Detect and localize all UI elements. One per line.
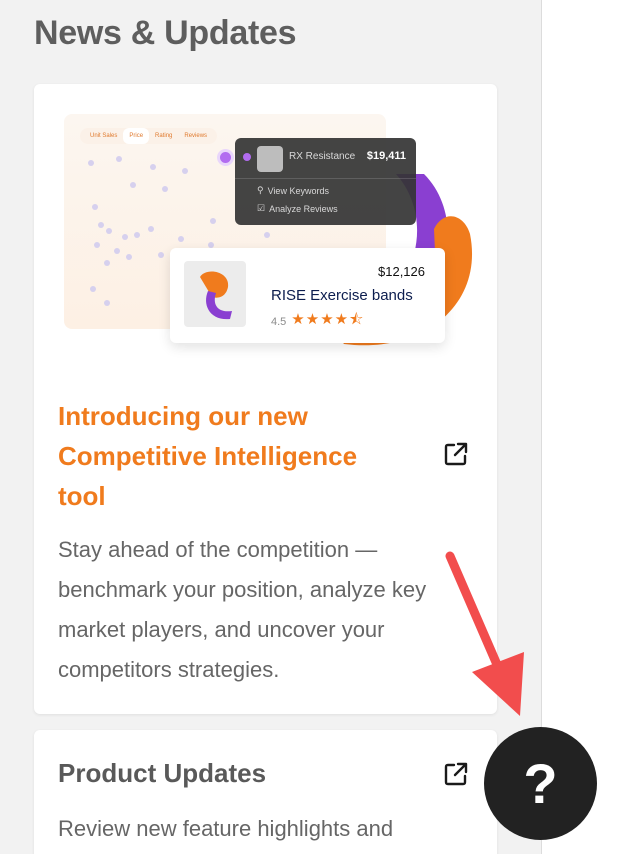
- view-keywords-label: View Keywords: [267, 185, 329, 196]
- product-rating: 4.5 ★★★★⯪: [271, 309, 364, 334]
- annotation-arrow-icon: [445, 551, 524, 716]
- analyze-reviews-label: Analyze Reviews: [269, 203, 338, 214]
- star-rating-icon: ★★★★⯪: [291, 311, 365, 328]
- scatter-dot: [178, 236, 184, 242]
- tooltip-divider: [235, 178, 416, 179]
- hero-tab-unit-sales: Unit Sales: [90, 133, 118, 139]
- external-link-icon[interactable]: [442, 760, 470, 788]
- shield-check-icon: ☑: [257, 203, 266, 213]
- hero-tab-price: Price: [123, 128, 150, 144]
- product-price: $12,126: [378, 264, 425, 279]
- scatter-dot: [104, 300, 110, 306]
- view-keywords-link: ⚲ View Keywords: [257, 185, 329, 196]
- scatter-dot: [148, 226, 154, 232]
- scatter-dot: [122, 234, 128, 240]
- news-card-product-updates[interactable]: Product Updates Review new feature highl…: [34, 730, 497, 854]
- scatter-dot: [162, 186, 168, 192]
- scatter-dot: [98, 222, 104, 228]
- product-card: $12,126 RISE Exercise bands 4.5 ★★★★⯪: [170, 248, 445, 343]
- product-tooltip: RX Resistance $19,411 ⚲ View Keywords ☑ …: [235, 138, 416, 225]
- scatter-dot: [92, 204, 98, 210]
- scatter-dot: [210, 218, 216, 224]
- scatter-dot: [116, 156, 122, 162]
- analyze-reviews-link: ☑ Analyze Reviews: [257, 203, 338, 214]
- card-title[interactable]: Product Updates: [58, 758, 266, 789]
- scatter-dot: [90, 286, 96, 292]
- scatter-dot: [134, 232, 140, 238]
- hero-illustration: Unit Sales Price Rating Reviews RX Resis…: [64, 114, 476, 364]
- external-link-icon[interactable]: [442, 440, 470, 468]
- exercise-band-image: [200, 271, 232, 320]
- scatter-dot: [264, 232, 270, 238]
- page-title: News & Updates: [34, 14, 297, 52]
- news-card-competitive-intelligence[interactable]: Unit Sales Price Rating Reviews RX Resis…: [34, 84, 497, 714]
- scatter-dot: [126, 254, 132, 260]
- scatter-dot: [150, 164, 156, 170]
- card-description: Review new feature highlights and: [58, 816, 394, 841]
- scatter-dot: [158, 252, 164, 258]
- product-image: [184, 261, 246, 327]
- hero-chart-tabs: Unit Sales Price Rating Reviews: [80, 128, 218, 144]
- scatter-dot: [130, 182, 136, 188]
- scatter-dot: [94, 242, 100, 248]
- scatter-dot: [182, 168, 188, 174]
- product-name: RISE Exercise bands: [271, 287, 413, 304]
- product-thumbnail: [257, 146, 283, 172]
- scatter-dot: [88, 160, 94, 166]
- scatter-dot: [106, 228, 112, 234]
- key-icon: ⚲: [257, 185, 264, 195]
- right-panel: [541, 0, 622, 854]
- hero-tab-reviews: Reviews: [184, 133, 208, 139]
- tooltip-product-name: RX Resistance: [289, 151, 356, 162]
- help-button[interactable]: ?: [484, 727, 597, 840]
- rating-value: 4.5: [271, 315, 287, 328]
- product-marker: [243, 153, 251, 161]
- tooltip-product-price: $19,411: [366, 150, 406, 162]
- card-description: Stay ahead of the competition — benchmar…: [58, 537, 427, 682]
- selected-dot: [220, 152, 231, 163]
- card-title[interactable]: Introducing our new Competitive Intellig…: [58, 396, 398, 516]
- scatter-dot: [114, 248, 120, 254]
- hero-tab-rating: Rating: [155, 133, 173, 139]
- scatter-dot: [104, 260, 110, 266]
